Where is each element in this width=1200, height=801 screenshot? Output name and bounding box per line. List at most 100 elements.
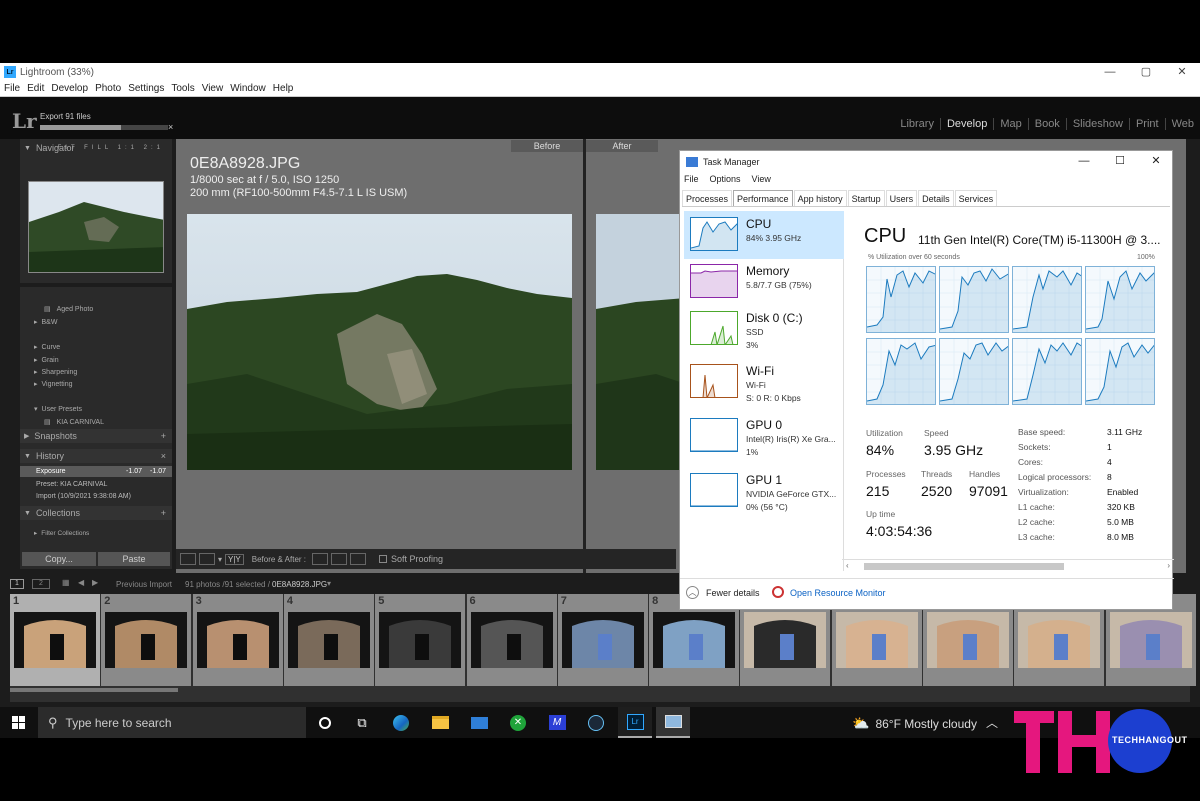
add-snapshot-icon[interactable]: + — [161, 431, 166, 441]
perf-item-disk-0-c[interactable]: Disk 0 (C:) SSD 3% — [684, 305, 844, 353]
collections-header[interactable]: ▼ Collections + — [20, 506, 172, 520]
module-library[interactable]: Library — [894, 118, 940, 130]
paste-button[interactable]: Paste — [98, 552, 170, 566]
tab-details[interactable]: Details — [918, 190, 954, 206]
scroll-right-icon[interactable]: › — [1167, 561, 1170, 570]
preset-aged-photo[interactable]: Aged Photo — [57, 306, 94, 313]
filmstrip-thumbnail[interactable]: 2 — [101, 594, 192, 686]
scrollbar-thumb[interactable] — [864, 563, 1064, 570]
swap-before-after-icon[interactable] — [350, 553, 367, 565]
menu-tools[interactable]: Tools — [171, 83, 194, 94]
app-m-icon[interactable]: M — [540, 707, 574, 738]
open-resource-monitor-link[interactable]: Open Resource Monitor — [790, 588, 886, 598]
back-arrow-icon[interactable]: ◀ — [78, 578, 84, 587]
filmstrip-thumbnail[interactable]: 5 — [375, 594, 466, 686]
before-after-yy-button[interactable]: Y|Y — [225, 553, 244, 565]
module-web[interactable]: Web — [1164, 118, 1200, 130]
lightroom-taskbar-icon[interactable]: Lr — [618, 707, 652, 738]
perf-item-memory[interactable]: Memory 5.8/7.7 GB (75%) — [684, 258, 844, 306]
edge-icon[interactable] — [384, 707, 418, 738]
cortana-icon[interactable] — [308, 707, 342, 738]
zoom-2-1[interactable]: 2:1 — [144, 145, 164, 151]
filmstrip-scrollbar[interactable] — [10, 688, 178, 692]
history-header[interactable]: ▼ History × — [20, 449, 172, 463]
compare-view-icon[interactable] — [199, 553, 215, 565]
monitor-1-button[interactable]: 1 — [10, 579, 24, 589]
weather-widget[interactable]: ⛅ 86°F Mostly cloudy — [852, 715, 977, 732]
filmstrip-thumbnail[interactable]: 7 — [557, 594, 648, 686]
filmstrip-source[interactable]: Previous Import — [116, 580, 172, 589]
copy-button[interactable]: Copy... — [22, 552, 96, 566]
snapshots-header[interactable]: ▶ Snapshots + — [20, 429, 172, 443]
forward-arrow-icon[interactable]: ▶ — [92, 578, 98, 587]
menu-view[interactable]: View — [202, 83, 224, 94]
after-photo[interactable] — [596, 214, 686, 470]
tm-menu-view[interactable]: View — [752, 174, 771, 184]
preset-user-presets[interactable]: User Presets — [42, 406, 82, 413]
horizontal-scrollbar[interactable]: ‹ › — [842, 559, 1174, 573]
zoom-fit[interactable]: FIT — [58, 145, 79, 151]
preset-grain[interactable]: Grain — [42, 357, 59, 364]
loupe-view-icon[interactable] — [180, 553, 196, 565]
before-photo[interactable] — [187, 214, 572, 470]
fewer-details-link[interactable]: Fewer details — [706, 588, 760, 598]
tm-maximize-button[interactable]: ☐ — [1102, 151, 1138, 171]
copy-before-to-after-icon[interactable] — [312, 553, 329, 565]
filmstrip-thumbnail[interactable]: 6 — [466, 594, 557, 686]
soft-proofing-checkbox[interactable] — [379, 555, 388, 563]
chevron-up-icon[interactable]: ︿ — [986, 714, 998, 731]
menu-photo[interactable]: Photo — [95, 83, 121, 94]
zoom-fill[interactable]: FILL — [84, 145, 112, 151]
task-manager-taskbar-icon[interactable] — [656, 707, 690, 738]
menu-edit[interactable]: Edit — [27, 83, 44, 94]
menu-develop[interactable]: Develop — [51, 83, 88, 94]
copy-after-to-before-icon[interactable] — [331, 553, 348, 565]
filter-collections[interactable]: Filter Collections — [41, 530, 89, 537]
task-view-icon[interactable]: ⧉ — [345, 707, 379, 738]
minimize-button[interactable]: — — [1092, 63, 1128, 81]
tm-menu-file[interactable]: File — [684, 174, 699, 184]
module-develop[interactable]: Develop — [939, 118, 993, 130]
windows-start-icon[interactable] — [12, 716, 25, 729]
chevron-up-icon[interactable]: ︿ — [686, 586, 699, 599]
module-slideshow[interactable]: Slideshow — [1065, 118, 1129, 130]
scroll-left-icon[interactable]: ‹ — [846, 561, 849, 570]
tab-users[interactable]: Users — [885, 190, 918, 206]
filmstrip-thumbnail[interactable]: 1 — [10, 594, 100, 686]
perf-item-gpu-1[interactable]: GPU 1 NVIDIA GeForce GTX... 0% (56 °C) — [684, 467, 844, 515]
add-collection-icon[interactable]: + — [161, 508, 166, 518]
preset-bw[interactable]: B&W — [42, 319, 58, 326]
tab-processes[interactable]: Processes — [682, 190, 733, 206]
tab-services[interactable]: Services — [954, 190, 998, 206]
navigator-header[interactable]: ▼ Navigator FIT FILL 1:1 2:1 — [20, 141, 172, 155]
preset-curve[interactable]: Curve — [42, 344, 61, 351]
module-map[interactable]: Map — [993, 118, 1027, 130]
perf-item-wi-fi[interactable]: Wi-Fi Wi-Fi S: 0 R: 0 Kbps — [684, 358, 844, 406]
dropdown-icon[interactable]: ▾ — [218, 555, 222, 564]
tab-startup[interactable]: Startup — [847, 190, 885, 206]
close-button[interactable]: ✕ — [1164, 63, 1200, 81]
history-item[interactable]: Preset: KIA CARNIVAL — [20, 479, 172, 490]
perf-item-gpu-0[interactable]: GPU 0 Intel(R) Iris(R) Xe Gra... 1% — [684, 412, 844, 460]
filmstrip-thumbnail[interactable]: 3 — [192, 594, 283, 686]
zoom-1-1[interactable]: 1:1 — [118, 145, 138, 151]
tab-app-history[interactable]: App history — [793, 190, 847, 206]
tab-performance[interactable]: Performance — [733, 190, 793, 206]
grid-view-icon[interactable]: ▦ — [62, 578, 70, 587]
cancel-export-icon[interactable]: × — [168, 122, 173, 132]
maximize-button[interactable]: ▢ — [1128, 63, 1164, 81]
preset-kia-carnival[interactable]: KIA CARNIVAL — [57, 419, 104, 426]
preset-sharpening[interactable]: Sharpening — [42, 369, 78, 376]
navigator-thumbnail[interactable] — [28, 181, 164, 273]
dropdown-icon[interactable]: ▾ — [327, 579, 331, 588]
history-item[interactable]: Exposure -1.07 -1.07 — [20, 466, 172, 477]
preset-vignetting[interactable]: Vignetting — [42, 381, 73, 388]
history-item[interactable]: Import (10/9/2021 9:38:08 AM) — [20, 491, 172, 502]
file-explorer-icon[interactable] — [423, 707, 457, 738]
menu-window[interactable]: Window — [230, 83, 266, 94]
module-book[interactable]: Book — [1027, 118, 1066, 130]
monitor-2-button[interactable]: 2 — [32, 579, 50, 589]
xbox-icon[interactable]: ✕ — [501, 707, 535, 738]
module-print[interactable]: Print — [1128, 118, 1165, 130]
menu-settings[interactable]: Settings — [128, 83, 164, 94]
